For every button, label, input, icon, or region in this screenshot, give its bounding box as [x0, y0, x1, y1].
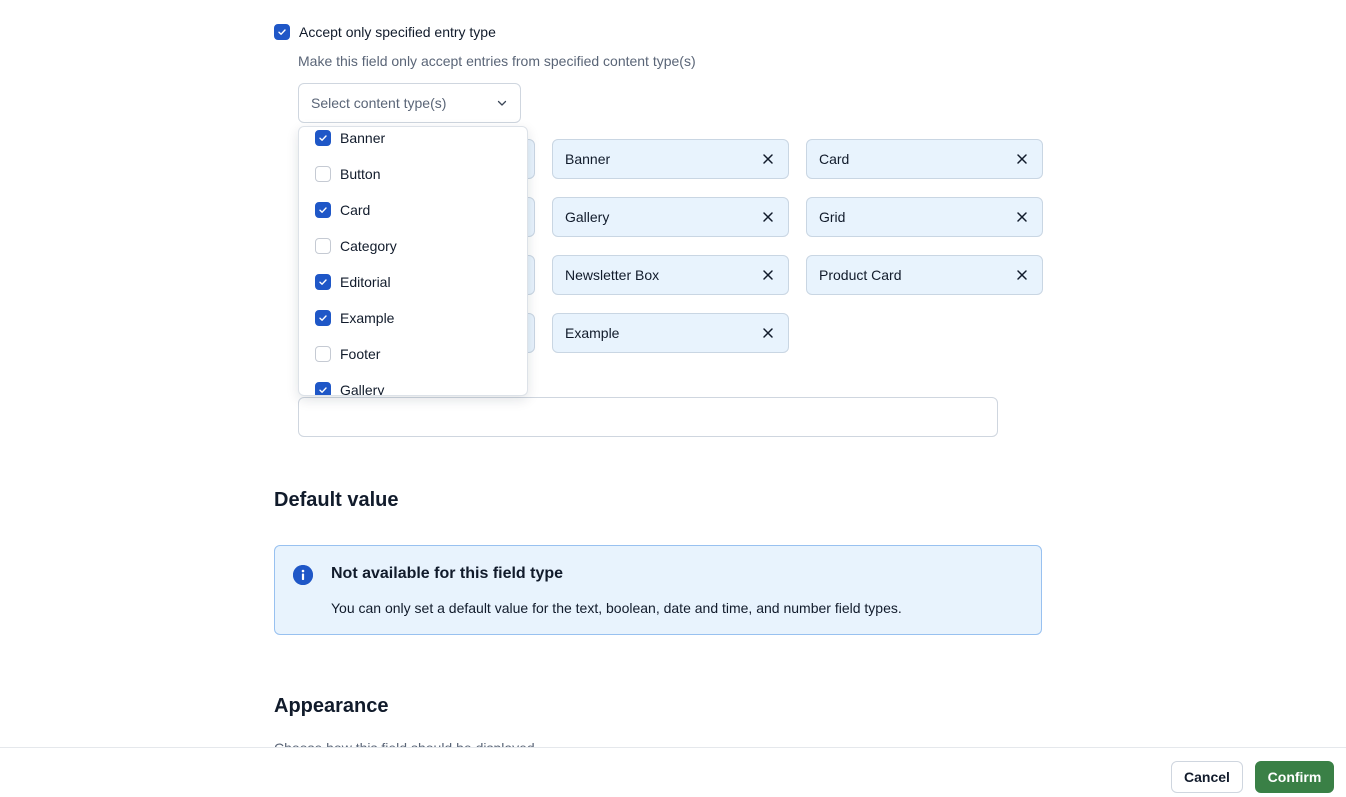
check-icon — [319, 135, 327, 141]
selected-tag-label: Card — [819, 151, 850, 167]
option-checkbox[interactable] — [315, 310, 331, 326]
check-icon — [319, 207, 327, 213]
option-label: Editorial — [340, 274, 391, 290]
chevron-down-icon — [496, 97, 508, 109]
remove-tag-icon[interactable] — [760, 151, 776, 167]
remove-tag-icon[interactable] — [1014, 267, 1030, 283]
appearance-heading: Appearance — [274, 695, 389, 717]
selected-tag: Product Card — [806, 255, 1043, 295]
option-label: Footer — [340, 346, 381, 362]
accept-only-help: Make this field only accept entries from… — [298, 53, 696, 69]
text-input[interactable] — [298, 397, 998, 437]
selected-tag-label: Product Card — [819, 267, 902, 283]
content-type-select-placeholder: Select content type(s) — [311, 95, 447, 111]
check-icon — [319, 315, 327, 321]
option-label: Example — [340, 310, 395, 326]
option-label: Category — [340, 238, 397, 254]
selected-tag: Card — [806, 139, 1043, 179]
info-note-title: Not available for this field type — [331, 565, 564, 582]
option-label: Gallery — [340, 382, 385, 396]
remove-tag-icon[interactable] — [760, 325, 776, 341]
option-checkbox[interactable] — [315, 130, 331, 146]
option-checkbox[interactable] — [315, 202, 331, 218]
selected-tag-label: Example — [565, 325, 620, 341]
option-checkbox[interactable] — [315, 238, 331, 254]
info-note: Not available for this field type You ca… — [274, 545, 1042, 635]
accept-only-checkbox[interactable] — [274, 24, 290, 40]
check-icon — [278, 29, 286, 35]
option-label: Card — [340, 202, 371, 218]
selected-tag-label: Newsletter Box — [565, 267, 660, 283]
selected-tag-label: Grid — [819, 209, 846, 225]
content-type-select[interactable]: Select content type(s) — [298, 83, 521, 123]
default-value-heading: Default value — [274, 489, 399, 511]
option-checkbox[interactable] — [315, 346, 331, 362]
accept-only-row[interactable]: Accept only specified entry type — [274, 24, 496, 40]
content-type-dropdown[interactable]: Banner Button Card Category Editorial Example… — [298, 126, 528, 396]
option-checkbox[interactable] — [315, 382, 331, 395]
dropdown-option[interactable]: Footer — [299, 336, 527, 372]
confirm-button[interactable]: Confirm — [1255, 761, 1334, 793]
info-note-body: You can only set a default value for the… — [331, 600, 902, 616]
selected-tag-label: Gallery — [565, 209, 610, 225]
option-checkbox[interactable] — [315, 274, 331, 290]
selected-tag: Example — [552, 313, 789, 353]
check-icon — [319, 387, 327, 393]
remove-tag-icon[interactable] — [1014, 209, 1030, 225]
dropdown-option[interactable]: Card — [299, 192, 527, 228]
selected-tag-label: Banner — [565, 151, 611, 167]
info-icon — [293, 565, 313, 585]
selected-tag: Gallery — [552, 197, 789, 237]
dropdown-option[interactable]: Example — [299, 300, 527, 336]
option-checkbox[interactable] — [315, 166, 331, 182]
check-icon — [319, 279, 327, 285]
remove-tag-icon[interactable] — [1014, 151, 1030, 167]
dropdown-option[interactable]: Button — [299, 156, 527, 192]
remove-tag-icon[interactable] — [760, 209, 776, 225]
dropdown-option[interactable]: Category — [299, 228, 527, 264]
modal-footer: Cancel Confirm — [0, 747, 1346, 797]
cancel-button[interactable]: Cancel — [1171, 761, 1243, 793]
dropdown-option[interactable]: Gallery — [299, 372, 527, 396]
option-label: Button — [340, 166, 381, 182]
dropdown-option[interactable]: Banner — [299, 127, 527, 156]
selected-tag: Newsletter Box — [552, 255, 789, 295]
dropdown-option[interactable]: Editorial — [299, 264, 527, 300]
remove-tag-icon[interactable] — [760, 267, 776, 283]
option-label: Banner — [340, 130, 386, 146]
accept-only-label: Accept only specified entry type — [299, 24, 496, 40]
selected-tag: Banner — [552, 139, 789, 179]
selected-tag: Grid — [806, 197, 1043, 237]
